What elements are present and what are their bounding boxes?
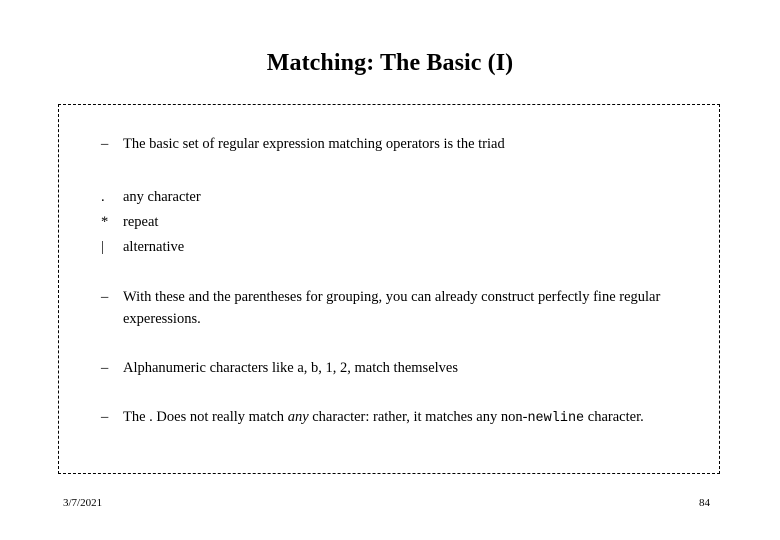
bullet-alphanumeric: – Alphanumeric characters like a, b, 1, … — [101, 357, 721, 379]
operator-description-pipe: alternative — [123, 239, 185, 255]
bullet-dot-newline-part3: character. — [584, 409, 644, 425]
operator-symbol-dot: . — [101, 189, 105, 205]
bullet-intro-text: The basic set of regular expression matc… — [123, 136, 505, 152]
bullet-dot-newline-emphasis: any — [287, 409, 309, 425]
bullet-dot-newline: – The . Does not really match any charac… — [101, 406, 721, 430]
bullet-dash-icon: – — [101, 409, 109, 425]
bullet-dot-newline-part2: character: rather, it matches any non- — [308, 409, 528, 425]
operator-row-repeat: * repeat — [101, 210, 721, 235]
bullet-alphanumeric-text: Alphanumeric characters like a, b, 1, 2,… — [123, 360, 458, 376]
bullet-dash-icon: – — [101, 136, 109, 152]
bullet-dot-newline-code: newline — [527, 411, 585, 426]
operator-list: . any character * repeat | alternative — [101, 185, 721, 260]
content-frame: – The basic set of regular expression ma… — [58, 104, 720, 474]
operator-row-alternative: | alternative — [101, 235, 721, 260]
bullet-dot-newline-text: The . Does not really match any characte… — [123, 406, 721, 430]
bullet-intro: – The basic set of regular expression ma… — [101, 133, 721, 155]
slide: Matching: The Basic (I) – The basic set … — [0, 0, 780, 540]
operator-description-asterisk: repeat — [123, 214, 159, 230]
footer-date: 3/7/2021 — [63, 497, 103, 509]
operator-symbol-asterisk: * — [101, 214, 109, 230]
bullet-grouping: – With these and the parentheses for gro… — [101, 286, 721, 330]
bullet-dot-newline-part1: The . Does not really match — [123, 409, 288, 425]
page-title: Matching: The Basic (I) — [266, 50, 514, 76]
bullet-grouping-text: With these and the parentheses for group… — [123, 289, 661, 327]
operator-description-dot: any character — [123, 189, 201, 205]
footer-page-number: 84 — [699, 497, 710, 509]
content-body: – The basic set of regular expression ma… — [101, 133, 721, 430]
bullet-dash-icon: – — [101, 360, 109, 376]
bullet-dash-icon: – — [101, 289, 109, 305]
operator-row-any-character: . any character — [101, 185, 721, 210]
operator-symbol-pipe: | — [101, 239, 104, 255]
